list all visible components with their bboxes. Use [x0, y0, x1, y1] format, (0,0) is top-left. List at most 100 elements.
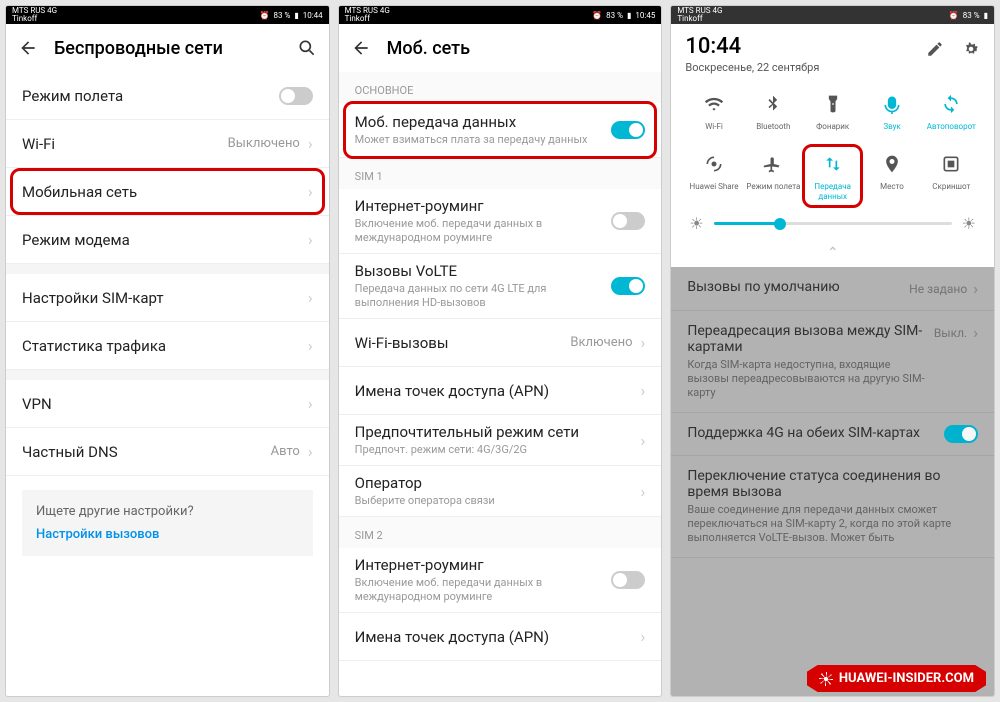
row-apn-sim2[interactable]: Имена точек доступа (APN) › — [339, 613, 662, 661]
row-traffic-stats[interactable]: Статистика трафика › — [6, 322, 329, 370]
back-icon[interactable] — [351, 38, 371, 58]
quick-tiles-grid: Wi-Fi Bluetooth Фонарик Звук Автоповорот Huaw… — [685, 88, 980, 204]
row-wifi[interactable]: Wi-Fi Выключено › — [6, 120, 329, 168]
tile-wifi[interactable]: Wi-Fi — [685, 88, 742, 144]
row-roaming-sim2[interactable]: Интернет-роуминг Включение моб. передачи… — [339, 548, 662, 613]
row-roaming[interactable]: Интернет-роуминг Включение моб. передачи… — [339, 189, 662, 254]
panel-drag-handle[interactable]: ⌃ — [685, 243, 980, 267]
row-label: Частный DNS — [22, 443, 271, 461]
tile-airplane[interactable]: Режим полета — [745, 148, 802, 204]
battery-icon: ▮ — [294, 11, 298, 20]
row-4g-both-sim[interactable]: Поддержка 4G на обеих SIM-картах — [671, 413, 994, 456]
row-label: Мобильная сеть — [22, 183, 308, 201]
row-label: Интернет-роуминг — [355, 556, 612, 574]
chevron-right-icon: › — [641, 381, 646, 400]
row-sim-settings[interactable]: Настройки SIM-карт › — [6, 274, 329, 322]
tile-label: Скриншот — [932, 182, 970, 202]
row-label: Вызовы по умолчанию — [687, 279, 909, 295]
tile-label: Huawei Share — [689, 182, 738, 202]
app-header: Беспроводные сети — [6, 24, 329, 72]
chevron-right-icon: › — [308, 394, 313, 413]
tile-huawei-share[interactable]: Huawei Share — [685, 148, 742, 204]
row-mobile-network[interactable]: Мобильная сеть › — [6, 168, 329, 216]
tile-mobile-data[interactable]: Передача данных — [804, 148, 861, 204]
chevron-right-icon: › — [641, 482, 646, 501]
row-switch-connection[interactable]: Переключение статуса соединения во время… — [671, 456, 994, 558]
row-wifi-calling[interactable]: Wi-Fi-вызовы Включено › — [339, 319, 662, 367]
chevron-right-icon: › — [308, 230, 313, 249]
row-subtitle: Ваше соединение для передачи данных смож… — [687, 503, 978, 545]
phone-screen-2: MTS RUS 4G Tinkoff ⏰ 83 % ▮ 10:45 Моб. с… — [338, 5, 663, 697]
row-label: Wi-Fi-вызовы — [355, 334, 571, 352]
tile-flashlight[interactable]: Фонарик — [804, 88, 861, 144]
row-network-mode[interactable]: Предпочтительный режим сети Предпочт. ре… — [339, 415, 662, 466]
back-icon[interactable] — [18, 38, 38, 58]
chevron-right-icon: › — [641, 431, 646, 450]
row-subtitle: Передача данных по сети 4G LTE для выпол… — [355, 282, 612, 310]
row-subtitle: Может взиматься плата за передачу данных — [355, 133, 612, 147]
volte-toggle[interactable] — [611, 277, 645, 295]
tile-label: Bluetooth — [756, 122, 790, 142]
tile-bluetooth[interactable]: Bluetooth — [745, 88, 802, 144]
row-label: Вызовы VoLTE — [355, 262, 612, 280]
row-vpn[interactable]: VPN › — [6, 380, 329, 428]
row-subtitle: Предпочт. режим сети: 4G/3G/2G — [355, 443, 641, 457]
watermark-text: HUAWEI-INSIDER.COM — [839, 671, 974, 686]
section-header: SIM 1 — [339, 158, 662, 189]
row-volte[interactable]: Вызовы VoLTE Передача данных по сети 4G … — [339, 254, 662, 319]
tile-label: Фонарик — [816, 122, 849, 142]
chevron-right-icon: › — [308, 288, 313, 307]
airplane-icon — [759, 150, 787, 178]
brightness-slider[interactable] — [714, 222, 952, 225]
clock: 10:44 — [303, 11, 323, 20]
brightness-row: ☀ ☀ — [685, 204, 980, 243]
row-label: Интернет-роуминг — [355, 197, 612, 215]
brightness-high-icon: ☀ — [962, 214, 976, 233]
both-4g-toggle[interactable] — [944, 425, 978, 443]
row-subtitle: Когда SIM-карта недоступна, входящие выз… — [687, 358, 933, 400]
roaming-toggle[interactable] — [611, 571, 645, 589]
row-operator[interactable]: Оператор Выберите оператора связи › — [339, 466, 662, 517]
row-airplane-mode[interactable]: Режим полета — [6, 72, 329, 120]
airplane-toggle[interactable] — [279, 87, 313, 105]
page-title: Моб. сеть — [387, 38, 650, 59]
sound-icon — [878, 90, 906, 118]
row-subtitle: Включение моб. передачи данных в междуна… — [355, 217, 612, 245]
alarm-icon: ⏰ — [260, 11, 270, 20]
row-tethering[interactable]: Режим модема › — [6, 216, 329, 264]
gear-icon[interactable] — [962, 40, 980, 62]
search-icon[interactable] — [297, 38, 317, 58]
row-label: Оператор — [355, 474, 641, 492]
status-bar: MTS RUS 4G Tinkoff ⏰ 83 % ▮ 10:44 — [6, 6, 329, 24]
row-label: Переключение статуса соединения во время… — [687, 468, 978, 500]
tile-label: Wi-Fi — [705, 122, 723, 142]
edit-icon[interactable] — [926, 40, 944, 62]
row-value: Выкл. — [934, 326, 967, 340]
tile-sound[interactable]: Звук — [863, 88, 920, 144]
row-mobile-data[interactable]: Моб. передача данных Может взиматься пла… — [339, 103, 662, 158]
page-title: Беспроводные сети — [54, 38, 281, 59]
tile-autorotate[interactable]: Автоповорот — [923, 88, 980, 144]
row-apn[interactable]: Имена точек доступа (APN) › — [339, 367, 662, 415]
battery-percent: 83 % — [606, 11, 623, 20]
mobile-data-toggle[interactable] — [611, 121, 645, 139]
row-value: Выключено — [228, 136, 300, 151]
brightness-low-icon: ☀ — [689, 214, 703, 233]
huawei-share-icon — [700, 150, 728, 178]
row-call-forward[interactable]: Переадресация вызова между SIM-картами К… — [671, 311, 994, 413]
chevron-right-icon: › — [308, 336, 313, 355]
section-header: ОСНОВНОЕ — [339, 72, 662, 103]
clock: 10:45 — [635, 11, 655, 20]
roaming-toggle[interactable] — [611, 212, 645, 230]
bluetooth-icon — [759, 90, 787, 118]
row-label: Статистика трафика — [22, 337, 308, 355]
row-default-calls[interactable]: Вызовы по умолчанию Не задано › — [671, 267, 994, 311]
tile-screenshot[interactable]: Скриншот — [923, 148, 980, 204]
hint-link[interactable]: Настройки вызовов — [36, 527, 299, 542]
autorotate-icon — [937, 90, 965, 118]
tile-label: Автоповорот — [927, 122, 976, 142]
chevron-right-icon: › — [641, 627, 646, 646]
row-private-dns[interactable]: Частный DNS Авто › — [6, 428, 329, 476]
tile-location[interactable]: Место — [863, 148, 920, 204]
qp-date: Воскресенье, 22 сентября — [685, 61, 819, 74]
